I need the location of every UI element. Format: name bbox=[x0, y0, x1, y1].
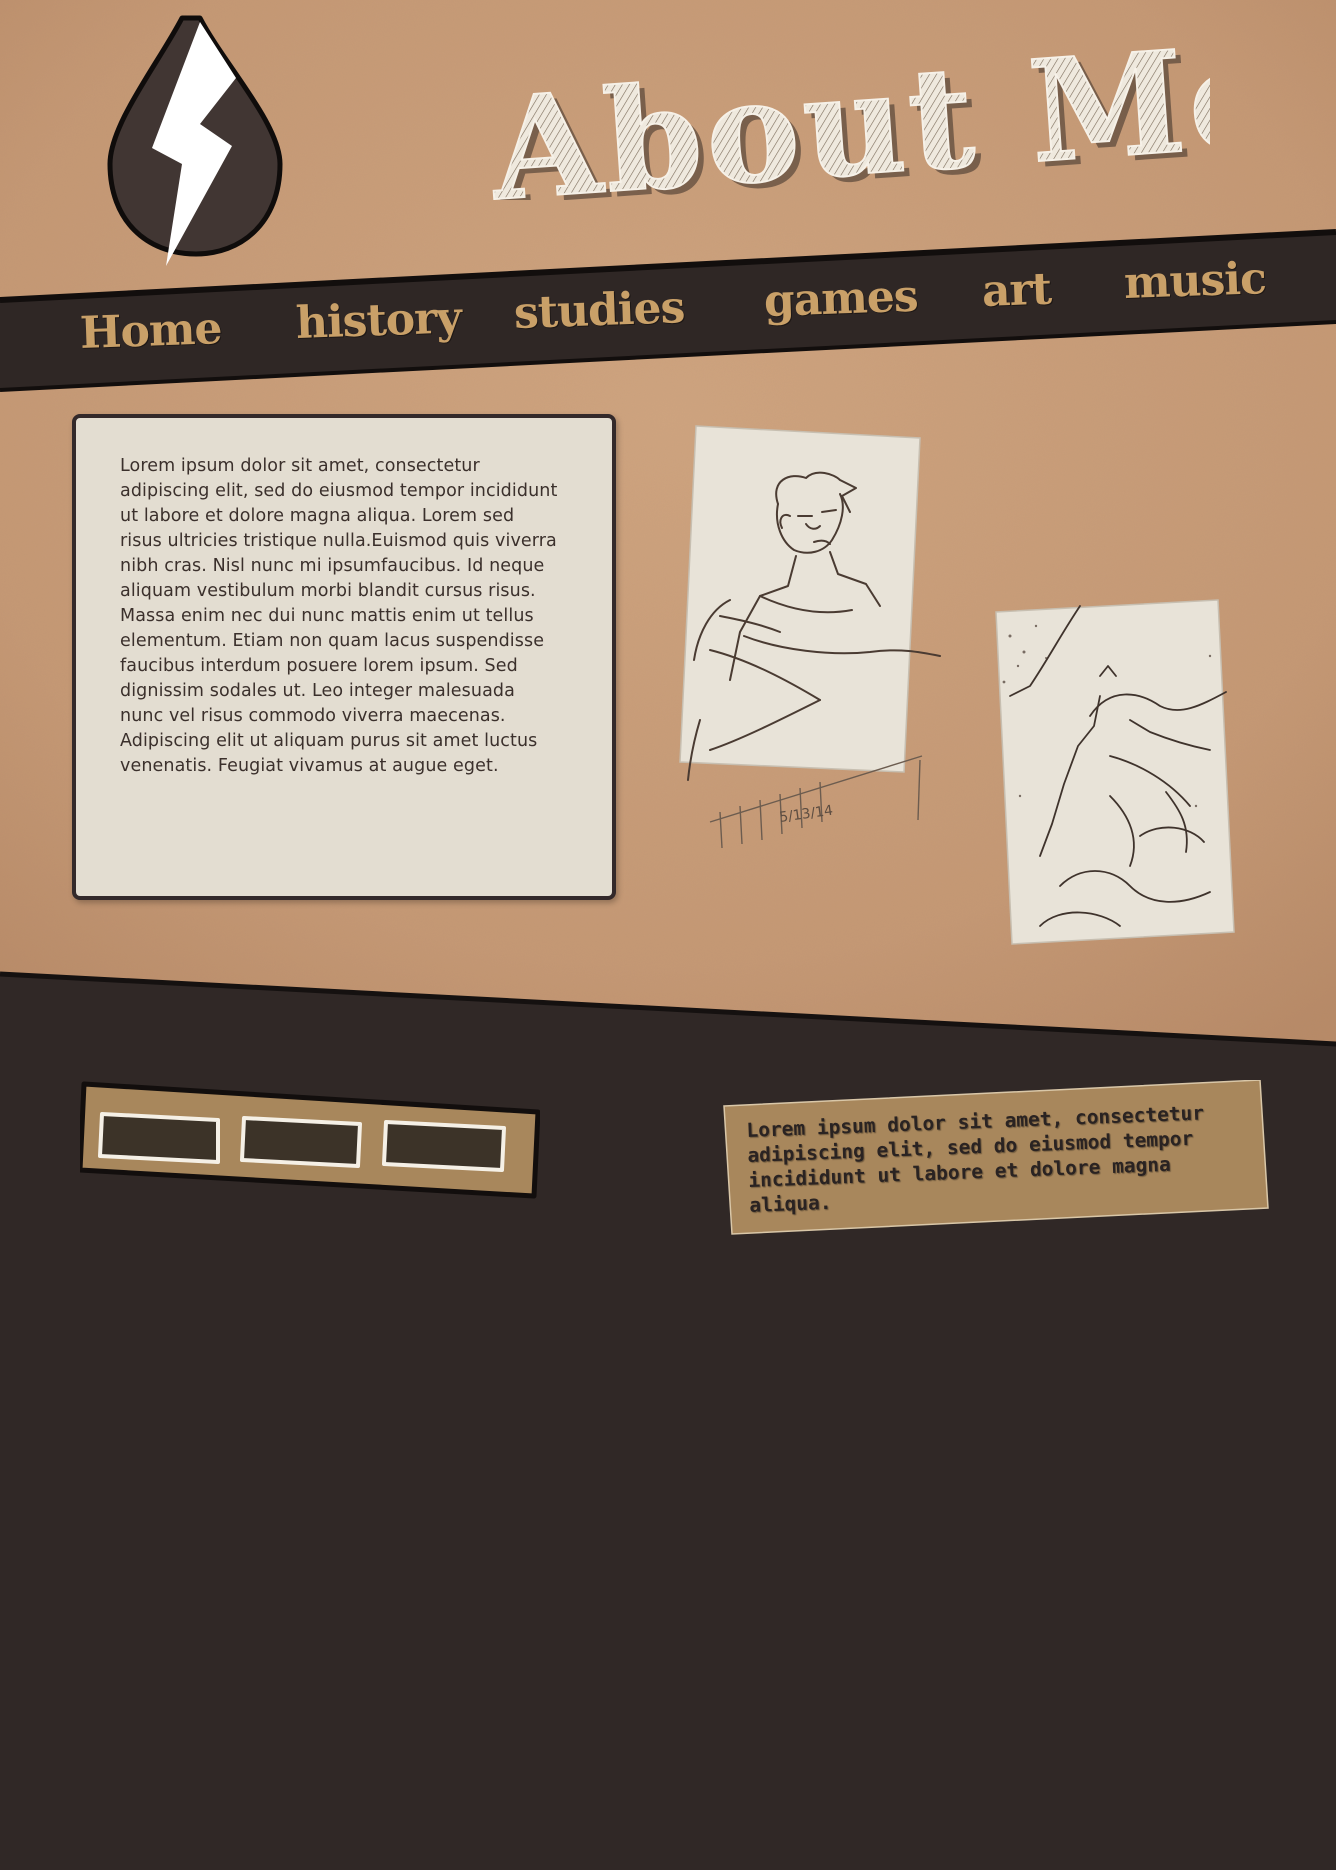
nav-home[interactable]: Home bbox=[79, 303, 222, 359]
nav-studies[interactable]: studies bbox=[513, 282, 685, 339]
bio-text: Lorem ipsum dolor sit amet, consectetur … bbox=[120, 456, 558, 776]
page-title: About Me, About Me, bbox=[483, 9, 1336, 238]
strip-button-2[interactable] bbox=[240, 1116, 362, 1168]
title-text: About Me, bbox=[490, 20, 1210, 200]
sketch-image-2[interactable] bbox=[990, 596, 1236, 948]
nav-music[interactable]: music bbox=[1123, 253, 1267, 309]
lightning-drop-icon[interactable] bbox=[104, 14, 284, 272]
strip-button-3[interactable] bbox=[382, 1120, 506, 1172]
nav-games[interactable]: games bbox=[763, 271, 918, 327]
strip-button-1[interactable] bbox=[98, 1112, 220, 1164]
bio-card: Lorem ipsum dolor sit amet, consectetur … bbox=[72, 414, 616, 900]
note-text: Lorem ipsum dolor sit amet, consectetur … bbox=[746, 1101, 1205, 1217]
sketch-image-1[interactable]: 5/13/14 bbox=[670, 420, 950, 860]
sketch-signature: 5/13/14 bbox=[778, 803, 834, 826]
nav-art[interactable]: art bbox=[981, 264, 1052, 317]
button-strip bbox=[80, 1081, 540, 1199]
nav-history[interactable]: history bbox=[295, 292, 462, 349]
